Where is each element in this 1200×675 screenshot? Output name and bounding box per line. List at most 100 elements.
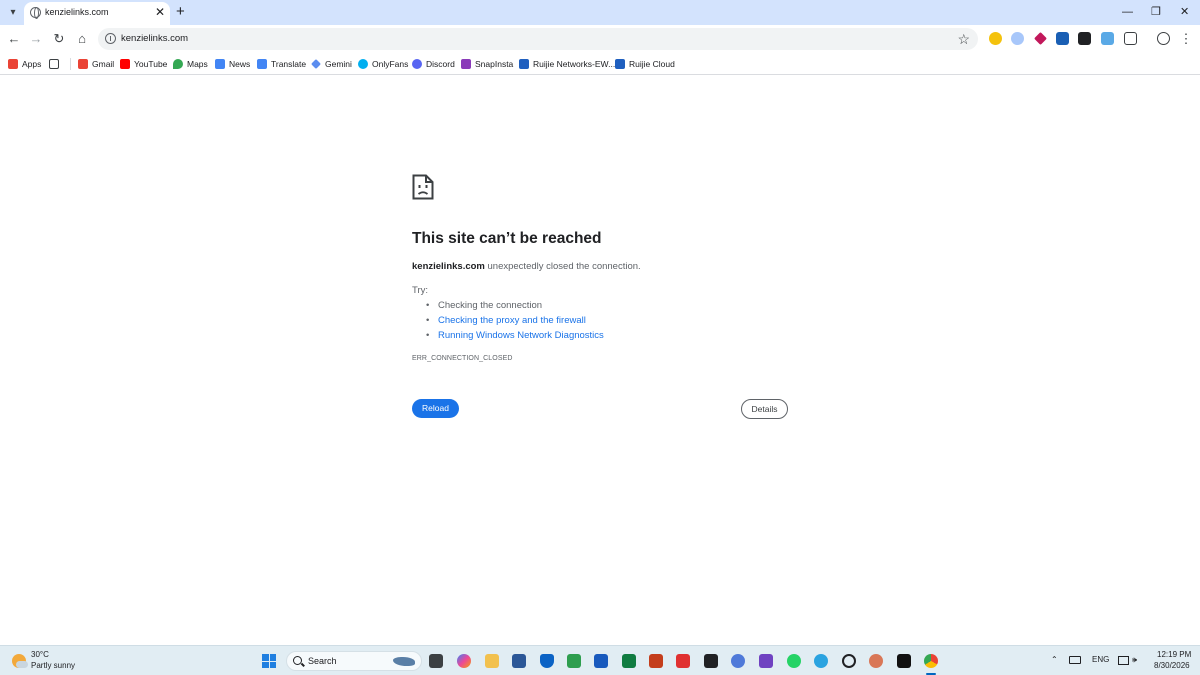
suggestion-text[interactable]: Running Windows Network Diagnostics [438, 330, 604, 341]
defender-shield-icon[interactable] [540, 654, 554, 668]
tab-groups-button[interactable] [49, 57, 63, 71]
excel-icon[interactable] [622, 654, 636, 668]
error-title: This site can’t be reached [412, 230, 602, 247]
snapinsta-icon [461, 59, 471, 69]
bookmark-ruijie-cloud[interactable]: Ruijie Cloud [615, 57, 675, 71]
bookmark-onlyfans[interactable]: OnlyFans [358, 57, 408, 71]
minimize-button[interactable]: — [1122, 4, 1133, 20]
discord-icon [412, 59, 422, 69]
tab-title: kenzielinks.com [45, 7, 109, 17]
keyboard-icon[interactable] [1069, 656, 1081, 664]
weather-temp[interactable]: 30°C [31, 650, 49, 659]
address-bar[interactable]: kenzielinks.com ☆ [98, 28, 978, 50]
suggestion-text[interactable]: Checking the proxy and the firewall [438, 315, 586, 326]
show-hidden-icons-chevron[interactable]: ⌃ [1051, 655, 1058, 664]
close-window-button[interactable]: ✕ [1180, 4, 1189, 20]
reload-button[interactable]: ↻ [51, 31, 67, 47]
network-icon[interactable] [1118, 656, 1129, 665]
clock-date[interactable]: 8/30/2026 [1154, 661, 1190, 670]
error-host: kenzielinks.com [412, 261, 485, 272]
weather-condition[interactable]: Partly sunny [31, 661, 75, 670]
search-icon [293, 656, 302, 665]
bookmark-gmail[interactable]: Gmail [78, 57, 114, 71]
bookmark-separator [70, 58, 71, 70]
pdf-icon[interactable] [676, 654, 690, 668]
bookmark-label: Ruijie Networks-EW... [533, 59, 616, 69]
bookmark-ruijie-networks[interactable]: Ruijie Networks-EW... [519, 57, 615, 71]
word-icon[interactable] [594, 654, 608, 668]
extension-download-icon[interactable] [1056, 32, 1069, 45]
whatsapp-icon[interactable] [787, 654, 801, 668]
bookmark-discord[interactable]: Discord [412, 57, 455, 71]
apps-grid-icon [8, 59, 18, 69]
tab-search-chevron-icon[interactable]: ▾ [4, 4, 22, 22]
weather-sun-cloud-icon[interactable] [12, 654, 28, 668]
details-button[interactable]: Details [741, 399, 788, 419]
bookmark-label: OnlyFans [372, 59, 409, 69]
bookmark-label: YouTube [134, 59, 168, 69]
tab-active[interactable]: kenzielinks.com ✕ [24, 2, 170, 25]
bookmark-youtube[interactable]: YouTube [120, 57, 167, 71]
forward-button[interactable]: → [28, 31, 44, 47]
extension-circle-icon[interactable] [1011, 32, 1024, 45]
ruijie-icon [519, 59, 529, 69]
tab-strip: ▾ kenzielinks.com ✕ + — ❐ ✕ [0, 0, 1200, 25]
bookmark-label: News [229, 59, 251, 69]
powerpoint-icon[interactable] [649, 654, 663, 668]
try-label: Try: [412, 285, 429, 296]
chrome-icon[interactable] [924, 654, 938, 668]
clock-time[interactable]: 12:19 PM [1157, 650, 1191, 659]
bookmark-star-icon[interactable]: ☆ [957, 30, 970, 48]
tab-close-icon[interactable]: ✕ [155, 5, 165, 19]
bookmark-news[interactable]: News [215, 57, 250, 71]
bookmark-translate[interactable]: Translate [257, 57, 306, 71]
b-app-icon[interactable] [759, 654, 773, 668]
bookmark-label: Gemini [325, 59, 352, 69]
file-explorer-icon[interactable] [485, 654, 499, 668]
home-button[interactable]: ⌂ [74, 31, 90, 47]
taskbar-search[interactable]: Search [286, 651, 422, 671]
bookmark-maps[interactable]: Maps [173, 57, 208, 71]
windows-start-icon[interactable] [262, 654, 276, 668]
k-app-icon[interactable] [897, 654, 911, 668]
task-view-icon[interactable] [429, 654, 443, 668]
copilot-icon[interactable] [457, 654, 471, 668]
bookmark-gemini[interactable]: Gemini [311, 57, 352, 71]
extension-diamond-icon[interactable] [1034, 32, 1047, 45]
extension-image-icon[interactable] [1101, 32, 1114, 45]
taskbar: 30°C Partly sunny Search ⌃ ENG 🕪 12:19 P… [0, 645, 1200, 675]
restore-button[interactable]: ❐ [1151, 4, 1161, 20]
extension-video-icon[interactable] [1078, 32, 1091, 45]
suggestion-text: Checking the connection [438, 300, 543, 311]
maps-pin-icon [173, 59, 183, 69]
site-info-icon[interactable] [105, 33, 116, 44]
back-button[interactable]: ← [6, 31, 22, 47]
extensions-puzzle-icon[interactable] [1124, 32, 1137, 45]
ruijie-icon [615, 59, 625, 69]
suggestion-link-proxy[interactable]: Checking the proxy and the firewall [426, 315, 586, 326]
bookmarks-bar: Apps Gmail YouTube Maps News Translate G… [0, 53, 1200, 75]
claude-icon[interactable] [869, 654, 883, 668]
suggestion-item: Checking the connection [426, 300, 542, 311]
suggestion-link-diagnostics[interactable]: Running Windows Network Diagnostics [426, 330, 604, 341]
chatgpt-icon[interactable] [842, 654, 856, 668]
speedtest-icon[interactable] [704, 654, 718, 668]
profile-avatar-icon[interactable] [1157, 32, 1170, 45]
bookmark-apps[interactable]: Apps [8, 57, 41, 71]
new-tab-button[interactable]: + [176, 3, 185, 21]
onlyfans-icon [358, 59, 368, 69]
menu-dots-icon[interactable]: ⋮ [1178, 31, 1194, 47]
volume-icon[interactable]: 🕪 [1132, 655, 1137, 665]
telegram-icon[interactable] [814, 654, 828, 668]
bookmark-snapinsta[interactable]: SnapInsta [461, 57, 513, 71]
bookmark-label: Maps [187, 59, 208, 69]
sad-page-icon [412, 174, 434, 200]
url-text[interactable]: kenzielinks.com [121, 33, 188, 44]
reload-page-button[interactable]: Reload [412, 399, 459, 418]
store-icon[interactable] [512, 654, 526, 668]
language-indicator[interactable]: ENG [1092, 655, 1109, 664]
photos-icon[interactable] [567, 654, 581, 668]
vpn-icon[interactable] [731, 654, 745, 668]
bookmark-label: Discord [426, 59, 455, 69]
extension-emoji-icon[interactable] [989, 32, 1002, 45]
